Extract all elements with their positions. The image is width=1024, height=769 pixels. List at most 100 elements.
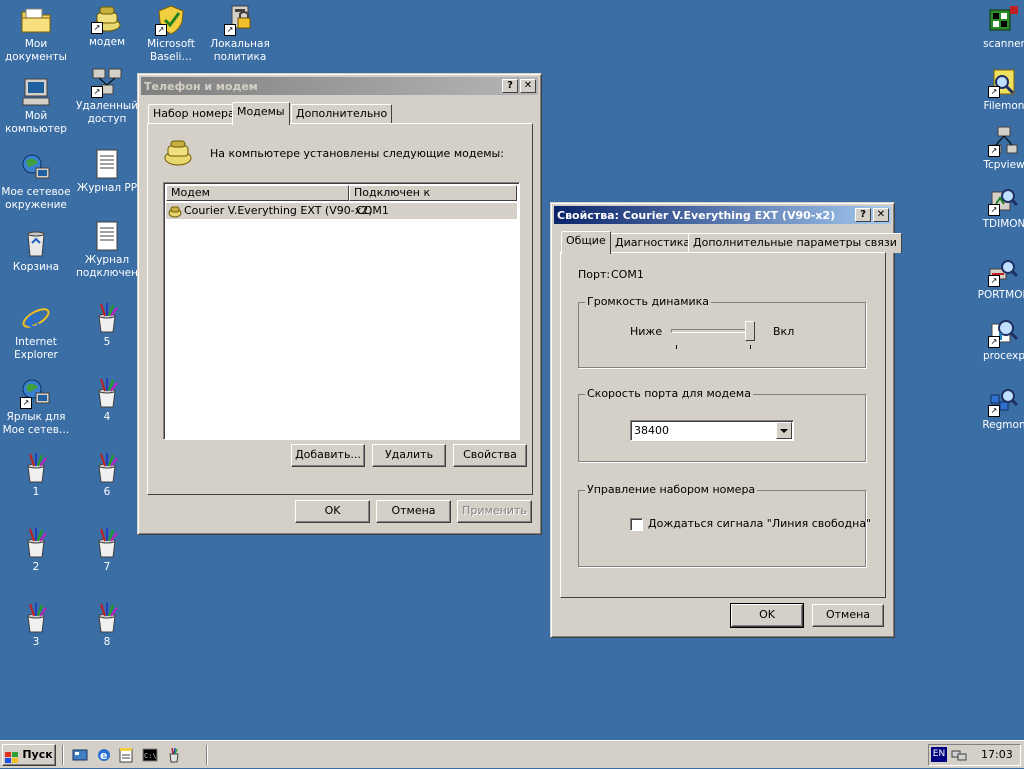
desktop-icon[interactable]: ↗ Microsoft Baseli… bbox=[135, 4, 207, 64]
phone-modem-title: Телефон и модем bbox=[144, 79, 258, 93]
modem-properties-button[interactable]: Свойства bbox=[453, 444, 527, 467]
remote-access-icon: ↗ bbox=[91, 66, 123, 98]
desktop-icon[interactable]: ↗ модем bbox=[71, 2, 143, 49]
desktop-icon[interactable]: 6 bbox=[71, 452, 143, 499]
document-icon bbox=[91, 148, 123, 180]
desktop-icon[interactable]: 4 bbox=[71, 377, 143, 424]
desktop-icon[interactable]: ↗ Filemon bbox=[968, 66, 1024, 113]
notepad-icon[interactable] bbox=[118, 747, 134, 763]
volume-tick-min bbox=[676, 345, 677, 349]
desktop-icon-label: 5 bbox=[103, 336, 111, 348]
tab-diagnostics[interactable]: Диагностика bbox=[610, 233, 696, 253]
internet-explorer-icon[interactable]: e bbox=[96, 747, 112, 763]
desktop-icon[interactable]: Корзина bbox=[0, 227, 72, 274]
svg-text:C:\: C:\ bbox=[144, 752, 157, 760]
desktop-icon[interactable]: 5 bbox=[71, 302, 143, 349]
clock[interactable]: 17:03 bbox=[981, 748, 1013, 761]
shortcut-arrow-icon: ↗ bbox=[155, 24, 167, 36]
desktop-icon[interactable]: ↗ Regmon bbox=[968, 385, 1024, 432]
speaker-volume-group: Громкость динамика Ниже Вкл bbox=[578, 295, 866, 368]
document-icon bbox=[91, 220, 123, 252]
desktop-icon[interactable]: Мой компьютер bbox=[0, 76, 72, 136]
desktop-icon[interactable]: Мое сетевое окружение bbox=[0, 152, 72, 212]
desktop-icon[interactable]: ↗ Tcpview bbox=[968, 125, 1024, 172]
paint-bucket-icon bbox=[20, 602, 52, 634]
desktop-icon[interactable]: ↗ PORTMON bbox=[968, 255, 1024, 302]
command-prompt-icon[interactable]: C:\ bbox=[142, 747, 158, 763]
taskbar: Пуск e C:\ EN 17:03 bbox=[0, 740, 1024, 768]
desktop-icon-label: 8 bbox=[103, 636, 111, 648]
modems-list[interactable]: Модем Подключен к Courier V.Everything E… bbox=[163, 182, 520, 440]
desktop-icon[interactable]: ↗ Удаленный доступ bbox=[71, 66, 143, 126]
help-button[interactable]: ? bbox=[502, 79, 518, 93]
volume-slider-thumb[interactable] bbox=[745, 321, 755, 341]
add-modem-button[interactable]: Добавить... bbox=[291, 444, 365, 467]
desktop-icon[interactable]: Мои документы bbox=[0, 4, 72, 64]
wait-dial-tone-checkbox[interactable] bbox=[630, 518, 643, 531]
desktop-icon-label: Ярлык для Мое сетев… bbox=[2, 411, 70, 436]
tab-modems[interactable]: Модемы bbox=[232, 102, 290, 125]
speaker-volume-label: Громкость динамика bbox=[585, 295, 712, 308]
desktop-icon-label: 6 bbox=[103, 486, 111, 498]
chevron-down-icon[interactable] bbox=[776, 422, 792, 439]
port-label: Порт: bbox=[578, 268, 611, 281]
desktop-icon[interactable]: Журнал PP bbox=[71, 148, 143, 195]
desktop-icon[interactable]: ↗ procexp bbox=[968, 316, 1024, 363]
desktop-icon[interactable]: 8 bbox=[71, 602, 143, 649]
language-indicator[interactable]: EN bbox=[931, 747, 947, 762]
remove-modem-button[interactable]: Удалить bbox=[372, 444, 446, 467]
shortcut-arrow-icon: ↗ bbox=[988, 204, 1000, 216]
desktop-icon[interactable]: scanner bbox=[968, 4, 1024, 51]
desktop-icon[interactable]: Журнал подключен bbox=[71, 220, 143, 280]
shortcut-arrow-icon: ↗ bbox=[988, 405, 1000, 417]
desktop-icon[interactable]: ↗ TDIMON bbox=[968, 184, 1024, 231]
cancel-button[interactable]: Отмена bbox=[812, 604, 884, 627]
desktop-icon[interactable]: 3 bbox=[0, 602, 72, 649]
phone-modem-titlebar[interactable]: Телефон и модем ? ✕ bbox=[141, 77, 538, 95]
modem-icon bbox=[162, 136, 194, 168]
desktop-icon-label: Microsoft Baseli… bbox=[147, 38, 195, 63]
desktop-icon[interactable]: ↗ Ярлык для Мое сетев… bbox=[0, 377, 72, 437]
modems-panel: На компьютере установлены следующие моде… bbox=[147, 123, 533, 495]
paint-bucket-icon bbox=[91, 602, 123, 634]
start-button[interactable]: Пуск bbox=[2, 744, 56, 766]
start-label: Пуск bbox=[22, 748, 53, 761]
close-button[interactable]: ✕ bbox=[520, 79, 536, 93]
tab-advanced-connection[interactable]: Дополнительные параметры связи bbox=[688, 233, 902, 253]
tab-advanced[interactable]: Дополнительно bbox=[291, 104, 393, 124]
tab-general[interactable]: Общие bbox=[561, 231, 611, 254]
ok-button[interactable]: OK bbox=[730, 603, 804, 628]
column-header-port[interactable]: Подключен к bbox=[349, 185, 517, 201]
wait-dial-tone-label[interactable]: Дождаться сигнала "Линия свободна" bbox=[648, 517, 871, 530]
close-button[interactable]: ✕ bbox=[873, 208, 889, 222]
port-value: COM1 bbox=[611, 268, 644, 281]
apply-button[interactable]: Применить bbox=[457, 500, 532, 523]
security-policy-icon: ↗ bbox=[224, 4, 256, 36]
volume-slider[interactable] bbox=[671, 321, 755, 349]
desktop-icon-label: Internet Explorer bbox=[14, 336, 58, 361]
desktop-icon[interactable]: e Internet Explorer bbox=[0, 302, 72, 362]
port-speed-select[interactable]: 38400 bbox=[630, 420, 794, 441]
network-tray-icon[interactable] bbox=[951, 747, 967, 763]
desktop-icon[interactable]: 7 bbox=[71, 527, 143, 574]
desktop-icon[interactable]: ↗ Локальная политика б… bbox=[204, 4, 276, 64]
desktop-icon-label: 3 bbox=[32, 636, 40, 648]
filemon-icon: ↗ bbox=[988, 66, 1020, 98]
shortcut-arrow-icon: ↗ bbox=[988, 336, 1000, 348]
desktop-icon[interactable]: 1 bbox=[0, 452, 72, 499]
cancel-button[interactable]: Отмена bbox=[376, 500, 451, 523]
ok-button[interactable]: OK bbox=[295, 500, 370, 523]
desktop-icon-label: Мои документы bbox=[5, 38, 67, 63]
paint-bucket-icon[interactable] bbox=[166, 747, 182, 763]
modem-properties-titlebar[interactable]: Свойства: Courier V.Everything EXT (V90-… bbox=[554, 206, 891, 224]
regmon-icon: ↗ bbox=[988, 385, 1020, 417]
port-speed-group: Скорость порта для модема 38400 bbox=[578, 387, 866, 462]
help-button[interactable]: ? bbox=[855, 208, 871, 222]
desktop-icon-label: TDIMON bbox=[982, 218, 1024, 230]
tab-dialing[interactable]: Набор номера bbox=[148, 104, 240, 124]
column-header-modem[interactable]: Модем bbox=[166, 185, 349, 201]
desktop-icon[interactable]: 2 bbox=[0, 527, 72, 574]
show-desktop-icon[interactable] bbox=[72, 747, 88, 763]
table-row[interactable]: Courier V.Everything EXT (V90-x2) COM1 bbox=[166, 203, 517, 219]
modem-properties-title: Свойства: Courier V.Everything EXT (V90-… bbox=[557, 208, 836, 222]
